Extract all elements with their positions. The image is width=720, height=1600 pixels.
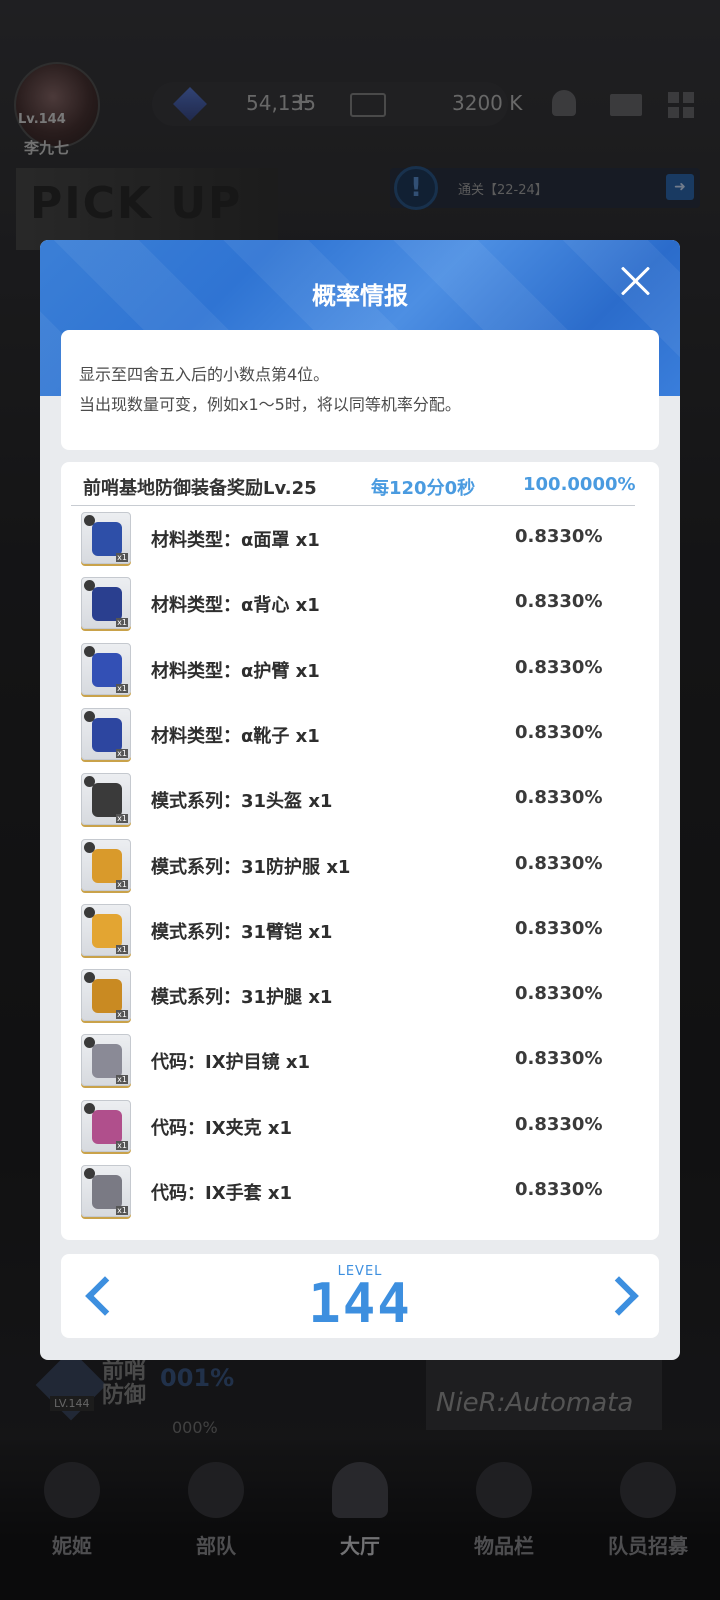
equipment-class-icon bbox=[84, 1102, 95, 1114]
notice-line: 当出现数量可变，例如x1～5时，将以同等机率分配。 bbox=[79, 395, 461, 414]
reward-item-row: x1 材料类型：α护臂 x1 0.8330% bbox=[61, 637, 659, 703]
reward-group-interval: 每120分0秒 bbox=[371, 478, 476, 499]
reward-group-rate: 100.0000% bbox=[523, 474, 636, 495]
reward-item-rate: 0.8330% bbox=[515, 656, 603, 678]
equipment-icon[interactable]: x1 bbox=[81, 512, 131, 564]
equipment-icon[interactable]: x1 bbox=[81, 773, 131, 826]
equipment-shape-icon bbox=[92, 913, 122, 948]
probability-info-modal: 概率情报 显示至四舍五入后的小数点第4位。 当出现数量可变，例如x1～5时，将以… bbox=[40, 240, 680, 1360]
equipment-shape-icon bbox=[92, 979, 122, 1014]
reward-item-rate: 0.8330% bbox=[515, 983, 603, 1005]
equipment-shape-icon bbox=[92, 522, 122, 556]
reward-item-rate: 0.8330% bbox=[515, 1179, 603, 1200]
equipment-shape-icon bbox=[92, 1044, 122, 1079]
reward-item-name: 材料类型：α护臂 x1 bbox=[151, 660, 320, 682]
equipment-class-icon bbox=[84, 515, 95, 526]
equipment-icon[interactable]: x1 bbox=[81, 1099, 131, 1152]
quantity-badge: x1 bbox=[116, 618, 128, 628]
equipment-icon[interactable]: x1 bbox=[81, 1034, 131, 1087]
reward-item-rate: 0.8330% bbox=[515, 787, 603, 809]
equipment-icon[interactable]: x1 bbox=[81, 838, 131, 891]
reward-item-name: 材料类型：α面罩 x1 bbox=[151, 530, 320, 551]
modal-title: 概率情报 bbox=[312, 282, 408, 310]
reward-item-row: x1 代码：IX护目镜 x1 0.8330% bbox=[61, 1028, 659, 1094]
notice-card: 显示至四舍五入后的小数点第4位。 当出现数量可变，例如x1～5时，将以同等机率分… bbox=[61, 330, 659, 450]
quantity-badge: x1 bbox=[116, 683, 128, 693]
reward-group-name: 前哨基地防御装备奖励Lv.25 bbox=[83, 478, 317, 499]
reward-group-header: 前哨基地防御装备奖励Lv.25 每120分0秒 100.0000% bbox=[61, 462, 659, 504]
reward-item-rate: 0.8330% bbox=[515, 1048, 603, 1070]
reward-list[interactable]: 前哨基地防御装备奖励Lv.25 每120分0秒 100.0000% x1 材料类型… bbox=[61, 462, 659, 1240]
game-screen: Lv.144 李九七 54,135 + 3200 K PICK UP ! 通关【… bbox=[0, 0, 720, 1600]
next-level-button[interactable] bbox=[601, 1272, 641, 1320]
reward-item-name: 材料类型：α背心 x1 bbox=[151, 595, 320, 617]
reward-item-name: 代码：IX手套 x1 bbox=[151, 1183, 292, 1204]
equipment-class-icon bbox=[84, 645, 95, 657]
quantity-badge: x1 bbox=[116, 814, 128, 824]
reward-item-row: x1 材料类型：α背心 x1 0.8330% bbox=[61, 571, 659, 637]
reward-item-row: x1 模式系列：31防护服 x1 0.8330% bbox=[61, 833, 659, 899]
quantity-badge: x1 bbox=[116, 748, 128, 758]
reward-item-rate: 0.8330% bbox=[515, 917, 603, 939]
reward-item-row: x1 模式系列：31护腿 x1 0.8330% bbox=[61, 963, 659, 1029]
quantity-badge: x1 bbox=[116, 944, 128, 954]
equipment-icon[interactable]: x1 bbox=[81, 707, 131, 760]
quantity-badge: x1 bbox=[116, 879, 128, 889]
quantity-badge: x1 bbox=[116, 1010, 128, 1020]
reward-item-name: 模式系列：31头盔 x1 bbox=[151, 791, 333, 813]
notice-line: 显示至四舍五入后的小数点第4位。 bbox=[79, 365, 330, 384]
equipment-shape-icon bbox=[92, 1175, 122, 1209]
equipment-class-icon bbox=[84, 841, 95, 853]
equipment-shape-icon bbox=[92, 783, 122, 818]
reward-item-row: x1 代码：IX手套 x1 0.8330% bbox=[61, 1159, 659, 1225]
close-button[interactable] bbox=[616, 262, 654, 300]
equipment-icon[interactable]: x1 bbox=[81, 969, 131, 1022]
reward-item-row: x1 模式系列：31头盔 x1 0.8330% bbox=[61, 767, 659, 833]
reward-item-name: 代码：IX夹克 x1 bbox=[151, 1117, 292, 1139]
equipment-shape-icon bbox=[92, 1109, 122, 1144]
reward-item-row: x1 材料类型：α面罩 x1 0.8330% bbox=[61, 506, 659, 572]
reward-item-name: 材料类型：α靴子 x1 bbox=[151, 725, 320, 747]
level-selector: LEVEL 144 bbox=[61, 1254, 659, 1338]
quantity-badge: x1 bbox=[116, 1206, 128, 1215]
equipment-shape-icon bbox=[92, 848, 122, 883]
reward-item-row: x1 模式系列：31臂铠 x1 0.8330% bbox=[61, 898, 659, 964]
quantity-badge: x1 bbox=[116, 553, 128, 562]
reward-item-rate: 0.8330% bbox=[515, 591, 603, 613]
reward-item-rate: 0.8330% bbox=[515, 1113, 603, 1135]
reward-item-rate: 0.8330% bbox=[515, 526, 603, 547]
equipment-icon[interactable]: x1 bbox=[81, 642, 131, 695]
reward-item-row: x1 材料类型：α靴子 x1 0.8330% bbox=[61, 702, 659, 768]
quantity-badge: x1 bbox=[116, 1140, 128, 1150]
level-number: 144 bbox=[308, 1272, 412, 1335]
equipment-icon[interactable]: x1 bbox=[81, 1165, 131, 1217]
quantity-badge: x1 bbox=[116, 1075, 128, 1085]
equipment-class-icon bbox=[84, 906, 95, 918]
reward-item-name: 模式系列：31臂铠 x1 bbox=[151, 921, 333, 943]
equipment-class-icon bbox=[84, 1168, 95, 1179]
equipment-shape-icon bbox=[92, 587, 122, 622]
equipment-class-icon bbox=[84, 710, 95, 722]
equipment-shape-icon bbox=[92, 652, 122, 687]
reward-item-rate: 0.8330% bbox=[515, 852, 603, 874]
reward-item-name: 代码：IX护目镜 x1 bbox=[151, 1052, 310, 1074]
reward-item-rate: 0.8330% bbox=[515, 721, 603, 743]
reward-item-name: 模式系列：31防护服 x1 bbox=[151, 856, 351, 878]
reward-item-name: 模式系列：31护腿 x1 bbox=[151, 987, 333, 1009]
equipment-icon[interactable]: x1 bbox=[81, 577, 131, 630]
reward-item-row: x1 代码：IX夹克 x1 0.8330% bbox=[61, 1094, 659, 1160]
equipment-icon[interactable]: x1 bbox=[81, 903, 131, 956]
equipment-shape-icon bbox=[92, 717, 122, 752]
